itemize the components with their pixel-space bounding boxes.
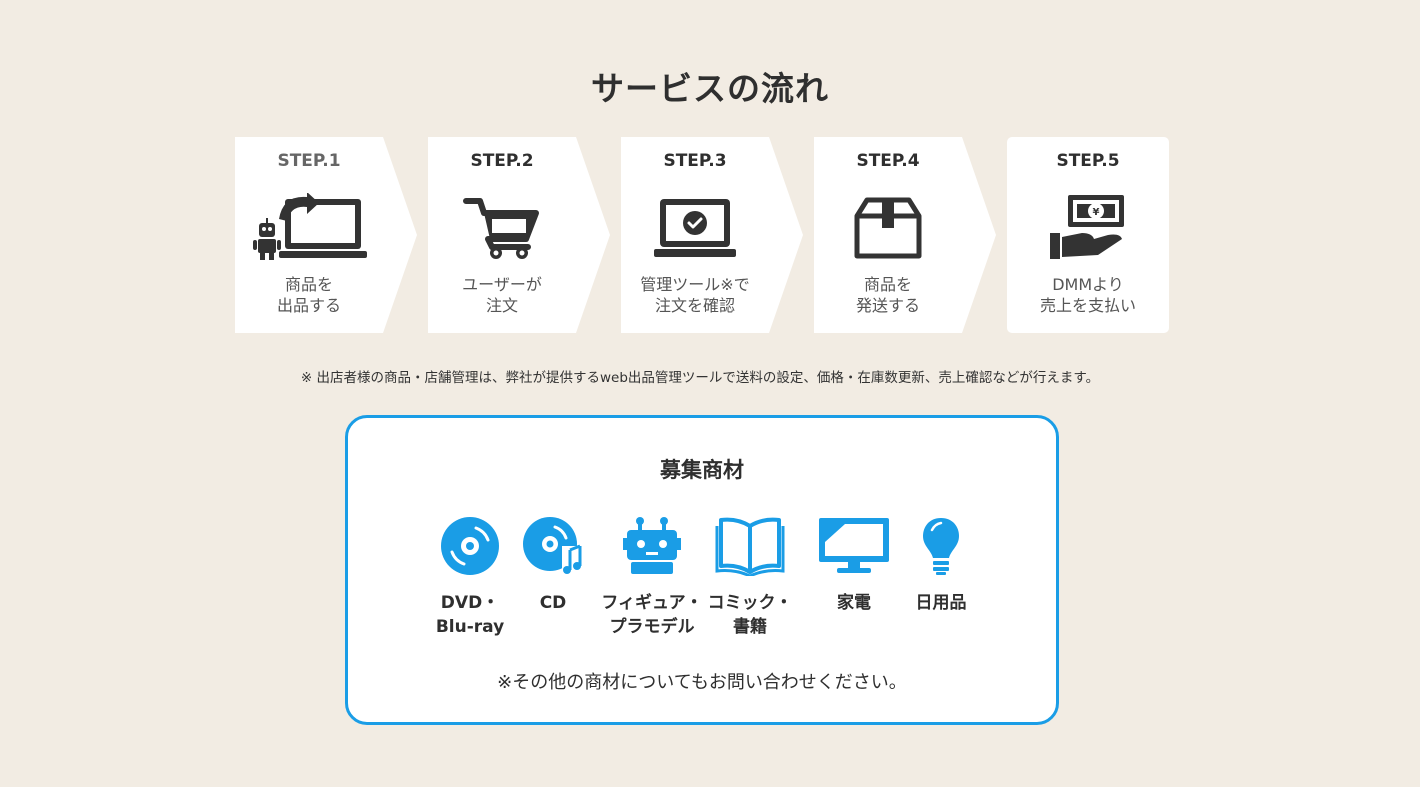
robot-laptop-icon	[235, 189, 383, 267]
category-dvd: DVD・ Blu-ray	[426, 513, 514, 639]
money-hand-icon: ¥	[1007, 189, 1169, 267]
step-1: STEP.1 商品を 出品する	[235, 137, 417, 333]
category-cd: CD	[516, 513, 590, 615]
steps-flow: STEP.1 商品を 出品する STEP.2 ユーザーが 注文 STEP.3 管…	[235, 137, 1170, 333]
step-label: STEP.3	[663, 151, 727, 171]
lightbulb-icon	[904, 513, 978, 579]
step-2: STEP.2 ユーザーが 注文	[428, 137, 610, 333]
robot-figure-icon	[600, 513, 704, 579]
step-4: STEP.4 商品を 発送する	[814, 137, 996, 333]
category-books: コミック・ 書籍	[704, 513, 796, 639]
category-label: フィギュア・ プラモデル	[601, 593, 703, 637]
page-title: サービスの流れ	[591, 69, 829, 108]
music-disc-icon	[516, 513, 590, 579]
category-label: 家電	[837, 593, 871, 613]
service-note: ※ 出店者様の商品・店舗管理は、弊社が提供するweb出品管理ツールで送料の設定、…	[300, 370, 1100, 386]
step-3: STEP.3 管理ツール※で 注文を確認	[621, 137, 803, 333]
step-desc: 商品を 発送する	[855, 275, 920, 315]
laptop-check-icon	[621, 189, 769, 267]
category-label: 日用品	[915, 593, 967, 613]
category-label: CD	[539, 593, 567, 613]
monitor-icon	[814, 513, 894, 579]
step-label: STEP.4	[856, 151, 920, 171]
recruit-title: 募集商材	[660, 458, 744, 482]
shopping-cart-icon	[428, 189, 576, 267]
disc-icon	[426, 513, 514, 579]
step-desc: 商品を 出品する	[276, 275, 341, 315]
step-5: STEP.5 ¥ DMMより 売上を支払い	[1007, 137, 1169, 333]
step-label: STEP.1	[277, 151, 341, 171]
category-figure: フィギュア・ プラモデル	[600, 513, 704, 639]
svg-text:¥: ¥	[1093, 207, 1100, 218]
step-label: STEP.2	[470, 151, 534, 171]
recruit-note: ※その他の商材についてもお問い合わせください。	[497, 672, 907, 693]
category-label: コミック・ 書籍	[707, 593, 793, 637]
step-desc: ユーザーが 注文	[462, 275, 542, 315]
step-desc: DMMより 売上を支払い	[1039, 275, 1136, 315]
category-appliances: 家電	[814, 513, 894, 615]
book-icon	[704, 513, 796, 579]
step-desc: 管理ツール※で 注文を確認	[640, 275, 750, 315]
category-label: DVD・ Blu-ray	[435, 593, 505, 637]
recruit-box: 募集商材 DVD・ Blu-ray CD フィギュア・ プラモデル コミック・ …	[345, 415, 1059, 725]
category-daily-goods: 日用品	[904, 513, 978, 615]
step-label: STEP.5	[1056, 151, 1120, 171]
box-icon	[814, 189, 962, 267]
